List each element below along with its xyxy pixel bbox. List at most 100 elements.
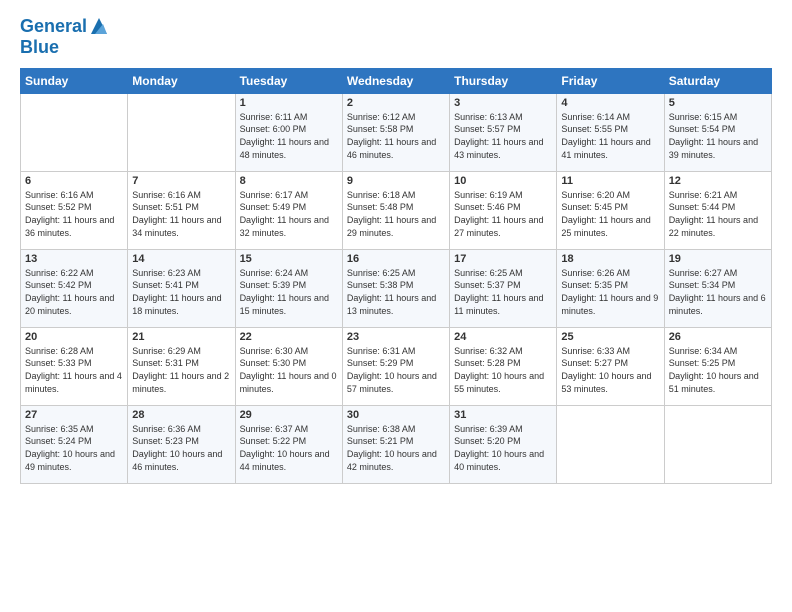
calendar-cell: 30 Sunrise: 6:38 AM Sunset: 5:21 PM Dayli… (342, 405, 449, 483)
calendar-cell: 28 Sunrise: 6:36 AM Sunset: 5:23 PM Dayli… (128, 405, 235, 483)
week-row-2: 6 Sunrise: 6:16 AM Sunset: 5:52 PM Daylig… (21, 171, 772, 249)
cell-info: Sunrise: 6:27 AM Sunset: 5:34 PM Dayligh… (669, 267, 767, 317)
cell-info: Sunrise: 6:25 AM Sunset: 5:37 PM Dayligh… (454, 267, 552, 317)
calendar-cell: 31 Sunrise: 6:39 AM Sunset: 5:20 PM Dayli… (450, 405, 557, 483)
cell-info: Sunrise: 6:16 AM Sunset: 5:51 PM Dayligh… (132, 189, 230, 239)
calendar-cell: 15Sunrise: 6:24 AM Sunset: 5:39 PM Dayli… (235, 249, 342, 327)
calendar-cell: 22Sunrise: 6:30 AM Sunset: 5:30 PM Dayli… (235, 327, 342, 405)
calendar-cell: 11 Sunrise: 6:20 AM Sunset: 5:45 PM Dayli… (557, 171, 664, 249)
cell-info: Sunrise: 6:26 AM Sunset: 5:35 PM Dayligh… (561, 267, 659, 317)
cell-info: Sunrise: 6:21 AM Sunset: 5:44 PM Dayligh… (669, 189, 767, 239)
cell-info: Sunrise: 6:37 AM Sunset: 5:22 PM Dayligh… (240, 423, 338, 473)
calendar-cell: 18 Sunrise: 6:26 AM Sunset: 5:35 PM Dayli… (557, 249, 664, 327)
week-row-4: 20Sunrise: 6:28 AM Sunset: 5:33 PM Dayli… (21, 327, 772, 405)
calendar-cell: 4 Sunrise: 6:14 AM Sunset: 5:55 PM Daylig… (557, 93, 664, 171)
calendar-cell: 21Sunrise: 6:29 AM Sunset: 5:31 PM Dayli… (128, 327, 235, 405)
day-number: 2 (347, 97, 445, 109)
day-number: 31 (454, 409, 552, 421)
header-cell-tuesday: Tuesday (235, 68, 342, 93)
calendar-cell: 5 Sunrise: 6:15 AM Sunset: 5:54 PM Daylig… (664, 93, 771, 171)
cell-info: Sunrise: 6:31 AM Sunset: 5:29 PM Dayligh… (347, 345, 445, 395)
cell-info: Sunrise: 6:19 AM Sunset: 5:46 PM Dayligh… (454, 189, 552, 239)
header-cell-thursday: Thursday (450, 68, 557, 93)
cell-info: Sunrise: 6:35 AM Sunset: 5:24 PM Dayligh… (25, 423, 123, 473)
cell-info: Sunrise: 6:32 AM Sunset: 5:28 PM Dayligh… (454, 345, 552, 395)
calendar-cell (557, 405, 664, 483)
header: General Blue (20, 16, 772, 58)
cell-info: Sunrise: 6:39 AM Sunset: 5:20 PM Dayligh… (454, 423, 552, 473)
cell-info: Sunrise: 6:38 AM Sunset: 5:21 PM Dayligh… (347, 423, 445, 473)
calendar-table: SundayMondayTuesdayWednesdayThursdayFrid… (20, 68, 772, 484)
day-number: 27 (25, 409, 123, 421)
cell-info: Sunrise: 6:18 AM Sunset: 5:48 PM Dayligh… (347, 189, 445, 239)
header-cell-wednesday: Wednesday (342, 68, 449, 93)
day-number: 26 (669, 331, 767, 343)
calendar-cell: 12Sunrise: 6:21 AM Sunset: 5:44 PM Dayli… (664, 171, 771, 249)
day-number: 21 (132, 331, 230, 343)
cell-info: Sunrise: 6:25 AM Sunset: 5:38 PM Dayligh… (347, 267, 445, 317)
header-cell-monday: Monday (128, 68, 235, 93)
cell-info: Sunrise: 6:33 AM Sunset: 5:27 PM Dayligh… (561, 345, 659, 395)
calendar-cell: 9Sunrise: 6:18 AM Sunset: 5:48 PM Daylig… (342, 171, 449, 249)
day-number: 11 (561, 175, 659, 187)
calendar-cell: 29 Sunrise: 6:37 AM Sunset: 5:22 PM Dayli… (235, 405, 342, 483)
cell-info: Sunrise: 6:17 AM Sunset: 5:49 PM Dayligh… (240, 189, 338, 239)
calendar-cell: 23 Sunrise: 6:31 AM Sunset: 5:29 PM Dayli… (342, 327, 449, 405)
cell-info: Sunrise: 6:15 AM Sunset: 5:54 PM Dayligh… (669, 111, 767, 161)
day-number: 18 (561, 253, 659, 265)
calendar-cell (128, 93, 235, 171)
calendar-cell: 7 Sunrise: 6:16 AM Sunset: 5:51 PM Daylig… (128, 171, 235, 249)
week-row-5: 27 Sunrise: 6:35 AM Sunset: 5:24 PM Dayli… (21, 405, 772, 483)
calendar-cell: 26Sunrise: 6:34 AM Sunset: 5:25 PM Dayli… (664, 327, 771, 405)
calendar-cell: 20Sunrise: 6:28 AM Sunset: 5:33 PM Dayli… (21, 327, 128, 405)
day-number: 29 (240, 409, 338, 421)
calendar-cell (664, 405, 771, 483)
calendar-cell: 3Sunrise: 6:13 AM Sunset: 5:57 PM Daylig… (450, 93, 557, 171)
day-number: 1 (240, 97, 338, 109)
cell-info: Sunrise: 6:23 AM Sunset: 5:41 PM Dayligh… (132, 267, 230, 317)
day-number: 23 (347, 331, 445, 343)
header-cell-friday: Friday (557, 68, 664, 93)
day-number: 20 (25, 331, 123, 343)
day-number: 30 (347, 409, 445, 421)
calendar-cell: 1Sunrise: 6:11 AM Sunset: 6:00 PM Daylig… (235, 93, 342, 171)
logo-text: General (20, 17, 87, 37)
logo-icon (89, 16, 109, 38)
day-number: 8 (240, 175, 338, 187)
day-number: 22 (240, 331, 338, 343)
cell-info: Sunrise: 6:16 AM Sunset: 5:52 PM Dayligh… (25, 189, 123, 239)
day-number: 19 (669, 253, 767, 265)
day-number: 10 (454, 175, 552, 187)
day-number: 16 (347, 253, 445, 265)
calendar-cell: 17Sunrise: 6:25 AM Sunset: 5:37 PM Dayli… (450, 249, 557, 327)
cell-info: Sunrise: 6:22 AM Sunset: 5:42 PM Dayligh… (25, 267, 123, 317)
cell-info: Sunrise: 6:13 AM Sunset: 5:57 PM Dayligh… (454, 111, 552, 161)
day-number: 7 (132, 175, 230, 187)
cell-info: Sunrise: 6:24 AM Sunset: 5:39 PM Dayligh… (240, 267, 338, 317)
day-number: 13 (25, 253, 123, 265)
week-row-1: 1Sunrise: 6:11 AM Sunset: 6:00 PM Daylig… (21, 93, 772, 171)
logo-blue-text: Blue (20, 38, 109, 58)
calendar-cell: 24 Sunrise: 6:32 AM Sunset: 5:28 PM Dayli… (450, 327, 557, 405)
day-number: 24 (454, 331, 552, 343)
day-number: 4 (561, 97, 659, 109)
calendar-cell: 13 Sunrise: 6:22 AM Sunset: 5:42 PM Dayli… (21, 249, 128, 327)
calendar-cell: 25 Sunrise: 6:33 AM Sunset: 5:27 PM Dayli… (557, 327, 664, 405)
logo: General Blue (20, 16, 109, 58)
day-number: 6 (25, 175, 123, 187)
calendar-cell: 2 Sunrise: 6:12 AM Sunset: 5:58 PM Daylig… (342, 93, 449, 171)
day-number: 25 (561, 331, 659, 343)
calendar-cell: 8 Sunrise: 6:17 AM Sunset: 5:49 PM Daylig… (235, 171, 342, 249)
calendar-cell: 14 Sunrise: 6:23 AM Sunset: 5:41 PM Dayli… (128, 249, 235, 327)
cell-info: Sunrise: 6:14 AM Sunset: 5:55 PM Dayligh… (561, 111, 659, 161)
day-number: 5 (669, 97, 767, 109)
week-row-3: 13 Sunrise: 6:22 AM Sunset: 5:42 PM Dayli… (21, 249, 772, 327)
cell-info: Sunrise: 6:12 AM Sunset: 5:58 PM Dayligh… (347, 111, 445, 161)
cell-info: Sunrise: 6:36 AM Sunset: 5:23 PM Dayligh… (132, 423, 230, 473)
header-cell-saturday: Saturday (664, 68, 771, 93)
cell-info: Sunrise: 6:20 AM Sunset: 5:45 PM Dayligh… (561, 189, 659, 239)
header-cell-sunday: Sunday (21, 68, 128, 93)
day-number: 28 (132, 409, 230, 421)
day-number: 14 (132, 253, 230, 265)
calendar-cell: 10 Sunrise: 6:19 AM Sunset: 5:46 PM Dayli… (450, 171, 557, 249)
